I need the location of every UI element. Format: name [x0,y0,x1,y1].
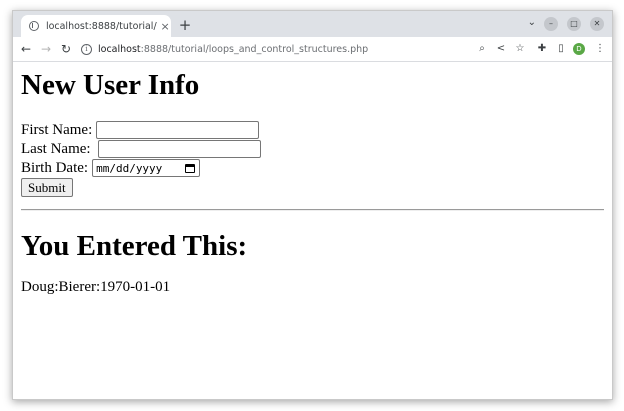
maximize-button[interactable]: □ [567,17,581,31]
extensions-icon[interactable]: ✚ [534,41,550,57]
new-tab-button[interactable]: + [176,16,194,34]
first-name-input[interactable] [96,121,260,139]
last-name-row: Last Name: [21,139,261,159]
url-text[interactable]: localhost:8888/tutorial/loops_and_contro… [98,44,368,55]
first-name-row: First Name: [21,120,260,140]
profile-avatar[interactable]: D [573,43,585,55]
side-panel-icon[interactable]: ▯ [553,41,569,57]
output-heading: You Entered This: [21,230,248,262]
zoom-icon[interactable]: ⌕ [474,41,490,57]
result-text: Doug:Bierer:1970-01-01 [21,279,171,295]
address-bar[interactable]: i localhost:8888/tutorial/loops_and_cont… [81,40,476,58]
tab-close-icon[interactable]: × [159,20,171,33]
back-button[interactable]: ← [17,40,35,58]
tab-strip: localhost:8888/tutorial/loops_and_contro… [13,11,612,37]
browser-window: localhost:8888/tutorial/loops_and_contro… [12,10,613,400]
forward-button[interactable]: → [37,40,55,58]
tab-title: localhost:8888/tutorial/loops_and_contro… [45,20,157,32]
bookmark-star-icon[interactable]: ☆ [512,41,528,57]
calendar-icon[interactable] [185,163,196,173]
page-content: New User Info First Name: Last Name: Bir… [13,62,612,399]
reload-button[interactable]: ↻ [57,40,75,58]
menu-kebab-icon[interactable]: ⋮ [592,41,608,57]
submit-button[interactable]: Submit [21,178,73,197]
birth-date-label: Birth Date: [21,159,89,176]
close-window-button[interactable]: ✕ [590,17,604,31]
last-name-input[interactable] [97,140,261,158]
birth-date-input[interactable]: mm/dd/yyyy [92,159,201,177]
birth-date-placeholder: mm/dd/yyyy [96,161,163,175]
birth-date-row: Birth Date: mm/dd/yyyy [21,158,201,178]
browser-toolbar: ← → ↻ i localhost:8888/tutorial/loops_an… [13,37,612,62]
tab-search-chevron-icon[interactable]: ⌄ [528,17,536,28]
last-name-label: Last Name: [21,140,91,157]
horizontal-rule [21,209,604,211]
share-icon[interactable]: < [493,41,509,57]
first-name-label: First Name: [21,121,93,138]
globe-icon [29,21,39,31]
browser-tab[interactable]: localhost:8888/tutorial/loops_and_contro… [21,15,171,37]
form-heading: New User Info [21,69,200,101]
site-info-icon[interactable]: i [81,43,92,55]
minimize-button[interactable]: – [544,17,558,31]
